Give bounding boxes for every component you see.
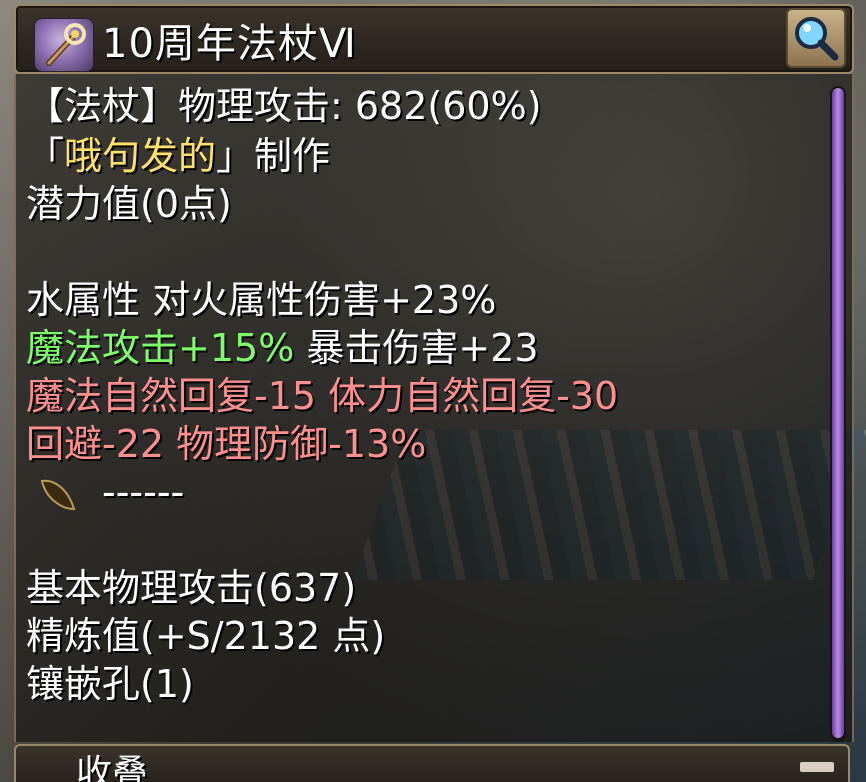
magnifier-icon bbox=[795, 17, 839, 61]
tooltip-content: 【法杖】物理攻击: 682(60%) 「哦句发的」制作 潜力值(0点) 水属性 … bbox=[14, 74, 854, 742]
scrollbar-thumb[interactable] bbox=[832, 88, 844, 738]
item-tooltip-window: 10周年法杖Ⅵ 【法杖】物理攻击: 682(60%) 「哦句发的」制作 潜力值(… bbox=[0, 0, 866, 782]
base-attack-line: 基本物理攻击(637) bbox=[26, 566, 357, 610]
crit-damage-bonus: 暴击伤害+23 bbox=[294, 326, 539, 370]
weapon-type-attack-line: 【法杖】物理攻击: 682(60%) bbox=[26, 84, 542, 128]
element-line: 水属性 对火属性伤害+23% bbox=[26, 278, 497, 322]
magic-attack-line: 魔法攻击+15% 暴击伤害+23 bbox=[26, 324, 539, 372]
leaf-slot-icon bbox=[38, 475, 78, 515]
collapse-bar[interactable]: 收叠 bbox=[14, 744, 850, 782]
collapse-label: 收叠 bbox=[76, 753, 149, 782]
socket-line: 镶嵌孔(1) bbox=[26, 662, 194, 706]
title-bar[interactable]: 10周年法杖Ⅵ bbox=[14, 4, 854, 74]
refine-line: 精炼值(+S/2132 点) bbox=[26, 614, 386, 658]
regen-penalty-line: 魔法自然回复-15 体力自然回复-30 bbox=[26, 374, 619, 418]
magic-attack-bonus: 魔法攻击+15% bbox=[26, 326, 295, 370]
card-slot-line: ------ bbox=[102, 470, 185, 514]
potential-line: 潜力值(0点) bbox=[26, 182, 232, 226]
item-name-title: 10周年法杖Ⅵ bbox=[102, 21, 357, 67]
maker-name: 哦句发的 bbox=[64, 134, 217, 178]
maker-suffix: 」制作 bbox=[216, 134, 331, 178]
wand-icon bbox=[34, 18, 94, 72]
search-button[interactable] bbox=[786, 8, 846, 68]
maker-line: 「哦句发的」制作 bbox=[26, 132, 330, 180]
collapse-toggle-icon[interactable] bbox=[800, 762, 834, 772]
maker-prefix: 「 bbox=[26, 134, 65, 178]
defense-penalty-line: 回避-22 物理防御-13% bbox=[26, 422, 427, 466]
